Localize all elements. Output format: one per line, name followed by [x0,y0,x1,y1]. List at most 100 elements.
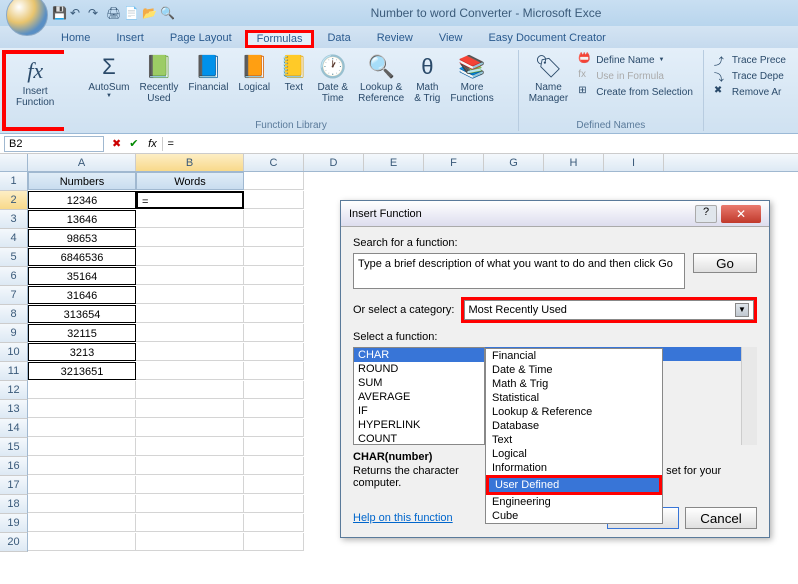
insert-function-button[interactable]: fx Insert Function [12,56,58,110]
row-header-6[interactable]: 6 [0,267,28,286]
search-input[interactable]: Type a brief description of what you wan… [353,253,685,289]
col-header-a[interactable]: A [28,154,136,171]
cat-item-information[interactable]: Information [486,461,662,475]
chevron-down-icon[interactable]: ▼ [735,303,749,317]
col-header-b[interactable]: B [136,154,244,171]
row-header-7[interactable]: 7 [0,286,28,305]
cat-item-lookup[interactable]: Lookup & Reference [486,405,662,419]
cancel-button[interactable]: Cancel [685,507,757,529]
row-header-5[interactable]: 5 [0,248,28,267]
col-header-e[interactable]: E [364,154,424,171]
row-header-10[interactable]: 10 [0,343,28,362]
financial-button[interactable]: 📘Financial [184,52,232,106]
function-item-if[interactable]: IF [354,404,484,418]
cell-a3[interactable]: 13646 [28,210,136,228]
row-header-3[interactable]: 3 [0,210,28,229]
row-header-12[interactable]: 12 [0,381,28,400]
cell-c2[interactable] [244,191,304,209]
date-time-button[interactable]: 🕐Date & Time [314,52,353,106]
select-all-corner[interactable] [0,154,28,171]
dialog-titlebar[interactable]: Insert Function ? ✕ [341,201,769,227]
cat-item-database[interactable]: Database [486,419,662,433]
trace-precedents-button[interactable]: ⤴Trace Prece [710,52,790,68]
tab-data[interactable]: Data [314,28,363,48]
use-in-formula-button[interactable]: fxUse in Formula [574,68,697,84]
row-header-19[interactable]: 19 [0,514,28,533]
row-header-4[interactable]: 4 [0,229,28,248]
cell-b7[interactable] [136,286,244,304]
logical-button[interactable]: 📙Logical [234,52,274,106]
row-header-1[interactable]: 1 [0,172,28,191]
col-header-f[interactable]: F [424,154,484,171]
cat-item-engineering[interactable]: Engineering [486,495,662,509]
create-from-selection-button[interactable]: ⊞Create from Selection [574,84,697,100]
tab-home[interactable]: Home [48,28,103,48]
cell-a10[interactable]: 3213 [28,343,136,361]
row-header-13[interactable]: 13 [0,400,28,419]
cell-a4[interactable]: 98653 [28,229,136,247]
function-list-scrollbar[interactable] [741,347,757,445]
accept-formula-icon[interactable]: ✔ [125,137,142,150]
cat-item-statistical[interactable]: Statistical [486,391,662,405]
tab-view[interactable]: View [426,28,476,48]
name-box[interactable]: B2 [4,136,104,152]
fx-button[interactable]: fx [142,138,162,150]
autosum-button[interactable]: ΣAutoSum▼ [84,52,133,106]
cat-item-financial[interactable]: Financial [486,349,662,363]
redo-icon[interactable]: ↷ [88,6,102,20]
open-icon[interactable]: 📂 [142,6,156,20]
cell-a5[interactable]: 6846536 [28,248,136,266]
undo-icon[interactable]: ↶ [70,6,84,20]
save-icon[interactable]: 💾 [52,6,66,20]
text-button[interactable]: 📒Text [276,52,311,106]
go-button[interactable]: Go [693,253,757,273]
row-header-11[interactable]: 11 [0,362,28,381]
close-button[interactable]: ✕ [721,205,761,223]
cell-a12[interactable] [28,381,136,399]
tab-page-layout[interactable]: Page Layout [157,28,245,48]
row-header-17[interactable]: 17 [0,476,28,495]
tab-review[interactable]: Review [364,28,426,48]
more-functions-button[interactable]: 📚More Functions [446,52,497,106]
tab-formulas[interactable]: Formulas [245,30,315,48]
cat-item-user-defined[interactable]: User Defined [489,478,659,492]
tab-insert[interactable]: Insert [103,28,157,48]
cell-b8[interactable] [136,305,244,323]
cell-b1[interactable]: Words [136,172,244,190]
trace-dependents-button[interactable]: ⤵Trace Depe [710,68,790,84]
cell-a11[interactable]: 3213651 [28,362,136,380]
new-icon[interactable]: 📄 [124,6,138,20]
col-header-c[interactable]: C [244,154,304,171]
cell-b4[interactable] [136,229,244,247]
math-trig-button[interactable]: θMath & Trig [410,52,444,106]
category-dropdown[interactable]: Financial Date & Time Math & Trig Statis… [485,348,663,524]
row-header-2[interactable]: 2 [0,191,28,210]
print-icon[interactable]: 🖨 [106,6,120,20]
function-item-average[interactable]: AVERAGE [354,390,484,404]
cell-b6[interactable] [136,267,244,285]
cell-a6[interactable]: 35164 [28,267,136,285]
cell-b5[interactable] [136,248,244,266]
cell-b10[interactable] [136,343,244,361]
define-name-button[interactable]: 📛Define Name ▼ [574,52,697,68]
lookup-ref-button[interactable]: 🔍Lookup & Reference [354,52,408,106]
cell-b9[interactable] [136,324,244,342]
function-item-count[interactable]: COUNT [354,432,484,446]
cat-item-mathtrig[interactable]: Math & Trig [486,377,662,391]
row-header-16[interactable]: 16 [0,457,28,476]
cell-a8[interactable]: 313654 [28,305,136,323]
row-header-8[interactable]: 8 [0,305,28,324]
cell-b2[interactable]: = [136,191,244,209]
row-header-18[interactable]: 18 [0,495,28,514]
cell-b11[interactable] [136,362,244,380]
cat-item-datetime[interactable]: Date & Time [486,363,662,377]
row-header-15[interactable]: 15 [0,438,28,457]
cell-b3[interactable] [136,210,244,228]
formula-input[interactable]: = [162,137,798,151]
row-header-9[interactable]: 9 [0,324,28,343]
remove-arrows-button[interactable]: ✖Remove Ar [710,84,790,100]
function-item-char[interactable]: CHAR [354,348,484,362]
row-header-14[interactable]: 14 [0,419,28,438]
col-header-d[interactable]: D [304,154,364,171]
name-manager-button[interactable]: 🏷Name Manager [525,52,572,106]
